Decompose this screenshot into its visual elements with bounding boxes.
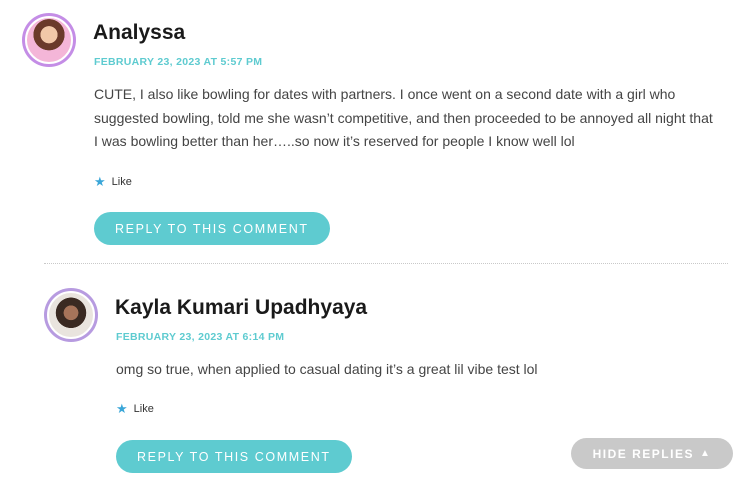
star-icon: ★ xyxy=(94,174,106,189)
triangle-up-icon: ▲ xyxy=(699,448,712,459)
avatar-image xyxy=(47,291,95,339)
avatar[interactable] xyxy=(44,288,98,342)
comment-text: CUTE, I also like bowling for dates with… xyxy=(94,86,713,149)
like-button[interactable]: ★ Like xyxy=(116,402,154,415)
avatar-image xyxy=(25,16,73,64)
reply-button[interactable]: REPLY TO THIS COMMENT xyxy=(116,440,352,473)
comment-date[interactable]: FEBRUARY 23, 2023 AT 5:57 PM xyxy=(94,56,262,68)
comment-divider xyxy=(44,263,728,264)
comment-text: omg so true, when applied to casual dati… xyxy=(116,361,538,377)
comment-author[interactable]: Analyssa xyxy=(93,21,185,45)
comment-author[interactable]: Kayla Kumari Upadhyaya xyxy=(115,296,367,320)
like-label: Like xyxy=(111,175,132,188)
like-button[interactable]: ★ Like xyxy=(94,175,132,188)
like-label: Like xyxy=(133,402,154,415)
hide-replies-button[interactable]: HIDE REPLIES ▲ xyxy=(571,438,733,469)
star-icon: ★ xyxy=(116,401,128,416)
reply-button[interactable]: REPLY TO THIS COMMENT xyxy=(94,212,330,245)
hide-replies-label: HIDE REPLIES xyxy=(592,446,694,461)
comment-date[interactable]: FEBRUARY 23, 2023 AT 6:14 PM xyxy=(116,331,284,343)
avatar[interactable] xyxy=(22,13,76,67)
